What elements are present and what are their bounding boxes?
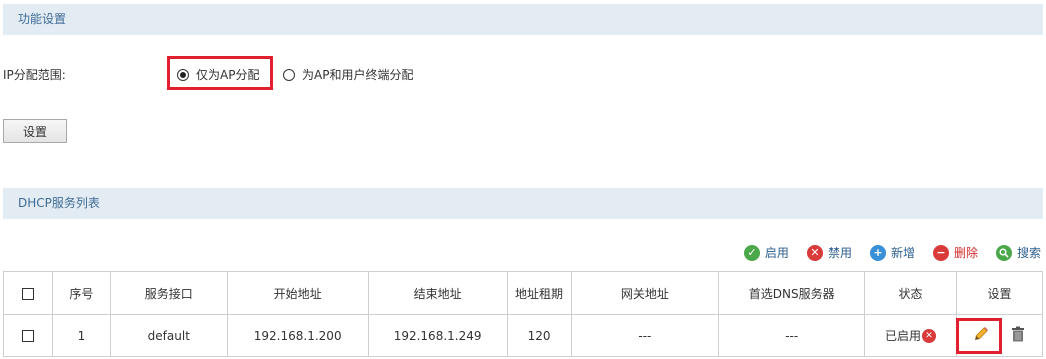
table-row: 1 default 192.168.1.200 192.168.1.249 12… <box>3 314 1044 357</box>
enable-label: 启用 <box>764 246 789 260</box>
row-select-cell <box>3 314 53 357</box>
status-text: 已启用 <box>885 329 922 343</box>
select-all-cell <box>3 271 53 315</box>
col-index: 序号 <box>51 271 111 315</box>
cell-end-address: 192.168.1.249 <box>367 314 508 357</box>
row-checkbox[interactable] <box>21 330 34 342</box>
highlight-box-edit <box>956 318 1002 354</box>
radio-ap-and-clients[interactable]: 为AP和用户终端分配 <box>283 66 413 83</box>
set-button[interactable]: 设置 <box>3 119 67 143</box>
add-button[interactable]: + 新增 <box>869 244 915 261</box>
search-button[interactable]: 搜索 <box>995 244 1041 261</box>
check-circle-icon: ✓ <box>743 244 760 261</box>
radio-checked-icon[interactable] <box>177 68 189 81</box>
col-settings: 设置 <box>955 271 1044 315</box>
minus-circle-icon: − <box>932 244 949 261</box>
cell-gateway: --- <box>570 314 720 357</box>
disable-button[interactable]: ✕ 禁用 <box>806 244 852 261</box>
dhcp-section-header: DHCP服务列表 <box>3 188 1043 219</box>
delete-label: 删除 <box>953 246 978 260</box>
status-group: 已启用 ✕ <box>885 327 937 344</box>
settings-section-header: 功能设置 <box>3 4 1043 35</box>
delete-button[interactable]: − 删除 <box>932 244 978 261</box>
table-header-row: 序号 服务接口 开始地址 结束地址 地址租期 网关地址 首选DNS服务器 状态 … <box>3 271 1044 315</box>
dhcp-toolbar: ✓ 启用 ✕ 禁用 + 新增 − 删除 搜索 <box>743 244 1041 261</box>
radio-ap-only-label: 仅为AP分配 <box>196 68 260 82</box>
disable-toggle-icon[interactable]: ✕ <box>922 328 937 343</box>
plus-circle-icon: + <box>869 244 886 261</box>
radio-unchecked-icon[interactable] <box>283 68 295 81</box>
magnifier-icon <box>995 244 1012 261</box>
ip-range-label: IP分配范围: <box>3 68 66 82</box>
col-lease: 地址租期 <box>506 271 572 315</box>
x-circle-icon: ✕ <box>806 244 823 261</box>
search-label: 搜索 <box>1016 246 1041 260</box>
select-all-checkbox[interactable] <box>21 287 34 300</box>
col-status: 状态 <box>864 271 957 315</box>
radio-ap-only[interactable]: 仅为AP分配 <box>177 66 259 83</box>
cell-status: 已启用 ✕ <box>864 314 957 357</box>
cell-primary-dns: --- <box>718 314 866 357</box>
col-primary-dns: 首选DNS服务器 <box>718 271 866 315</box>
cell-interface: default <box>109 314 228 357</box>
cell-start-address: 192.168.1.200 <box>226 314 369 357</box>
trash-icon[interactable] <box>1011 326 1025 342</box>
add-label: 新增 <box>890 246 915 260</box>
col-end-address: 结束地址 <box>367 271 508 315</box>
col-gateway: 网关地址 <box>570 271 720 315</box>
col-start-address: 开始地址 <box>226 271 369 315</box>
disable-label: 禁用 <box>827 246 852 260</box>
cell-lease: 120 <box>506 314 572 357</box>
enable-button[interactable]: ✓ 启用 <box>743 244 789 261</box>
dhcp-table: 序号 服务接口 开始地址 结束地址 地址租期 网关地址 首选DNS服务器 状态 … <box>3 271 1044 357</box>
radio-ap-and-clients-label: 为AP和用户终端分配 <box>302 68 414 82</box>
col-interface: 服务接口 <box>109 271 228 315</box>
cell-index: 1 <box>51 314 111 357</box>
